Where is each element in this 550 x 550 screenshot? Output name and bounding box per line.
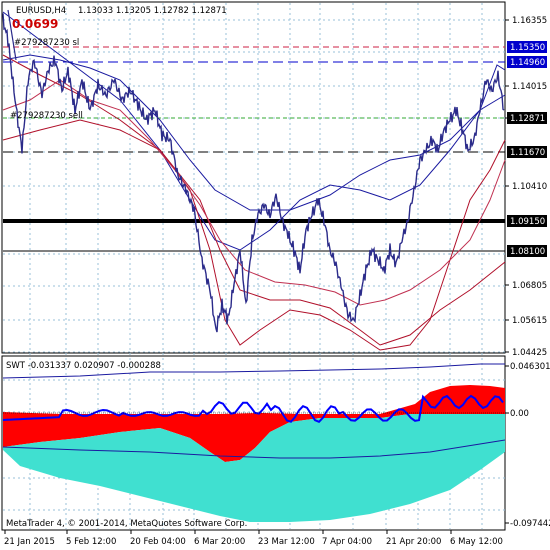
time-tick-label: 6 May 12:00 [450,537,503,547]
indicator-tick-label: 0.046301 [510,362,550,372]
price-tag-label: 1.11670 [510,148,545,158]
indicator-tick-label: -0.097442 [510,519,550,529]
time-tick-label: 23 Mar 12:00 [258,537,315,547]
indicator-tick-label: 0.00 [510,409,529,419]
price-tick-label: 1.16355 [512,16,547,26]
time-tick-label: 21 Apr 20:00 [386,537,441,547]
main-chart-frame [1,1,506,354]
price-tick-label: 1.05615 [512,316,547,326]
price-tag-label: 1.14960 [510,58,545,68]
time-tick-label: 5 Feb 12:00 [66,537,116,547]
indicator-title: SWT -0.031337 0.020907 -0.000288 [6,361,161,371]
ohlc-values: 1.13033 1.13205 1.12782 1.12871 [78,6,227,16]
time-axis: 21 Jan 2015 5 Feb 12:00 20 Feb 04:00 6 Mar … [4,530,503,547]
time-tick-label: 6 Mar 20:00 [194,537,245,547]
price-tag-label: 1.15350 [510,43,545,53]
time-tick-label: 21 Jan 2015 [4,537,55,547]
price-tick-label: 1.06805 [512,281,547,291]
order-sell-annotation: #279287230 sell [10,111,83,121]
time-tick-label: 20 Feb 04:00 [130,537,186,547]
spread-value: 0.0699 [12,17,58,31]
price-axis: 1.16355 1.14015 1.10410 1.06805 1.05615 1.044… [505,16,547,358]
time-tick-label: 7 Apr 04:00 [322,537,372,547]
symbol-timeframe: EURUSD,H4 [16,6,66,16]
price-tick-label: 1.10410 [512,182,547,192]
price-tag-label: 1.09150 [510,217,545,227]
indicator-axis: 0.046301 0.00 -0.097442 [505,362,550,529]
copyright-text: MetaTrader 4, © 2001-2014, MetaQuotes So… [6,519,247,529]
chart-window[interactable]: EURUSD,H4 1.13033 1.13205 1.12782 1.1287… [0,0,550,550]
price-tick-label: 1.04425 [512,348,547,358]
price-tag-label: 1.12871 [510,114,545,124]
price-tag-label: 1.08100 [510,247,545,257]
price-tick-label: 1.14015 [512,82,547,92]
order-sl-annotation: #279287230 sl [14,38,79,48]
